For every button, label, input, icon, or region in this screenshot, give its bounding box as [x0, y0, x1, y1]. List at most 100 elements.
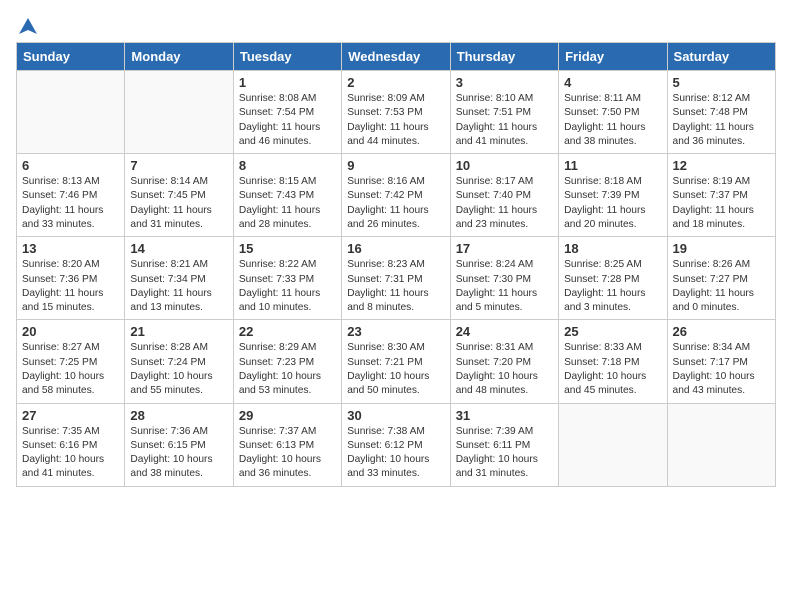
empty-day-cell	[559, 403, 667, 486]
day-number: 9	[347, 158, 444, 173]
calendar-day-8: 8 Sunrise: 8:15 AM Sunset: 7:43 PM Daylig…	[233, 154, 341, 237]
day-info: Sunrise: 8:17 AM Sunset: 7:40 PM Dayligh…	[456, 175, 553, 232]
day-number: 24	[456, 324, 553, 339]
logo-bird-icon	[17, 16, 39, 38]
calendar-week-3: 13 Sunrise: 8:20 AM Sunset: 7:36 PM Dayli…	[17, 237, 776, 320]
day-info: Sunrise: 7:37 AM Sunset: 6:13 PM Dayligh…	[239, 425, 336, 482]
calendar-day-29: 29 Sunrise: 7:37 AM Sunset: 6:13 PM Dayli…	[233, 403, 341, 486]
calendar-day-19: 19 Sunrise: 8:26 AM Sunset: 7:27 PM Dayli…	[667, 237, 775, 320]
day-number: 22	[239, 324, 336, 339]
day-number: 11	[564, 158, 661, 173]
day-info: Sunrise: 8:28 AM Sunset: 7:24 PM Dayligh…	[130, 341, 227, 398]
calendar-day-1: 1Sunrise: 8:08 AM Sunset: 7:54 PM Daylig…	[233, 71, 341, 154]
calendar-day-30: 30 Sunrise: 7:38 AM Sunset: 6:12 PM Dayli…	[342, 403, 450, 486]
day-info: Sunrise: 8:11 AM Sunset: 7:50 PM Dayligh…	[564, 92, 661, 149]
calendar-day-13: 13 Sunrise: 8:20 AM Sunset: 7:36 PM Dayli…	[17, 237, 125, 320]
page-header	[16, 16, 776, 34]
calendar-day-25: 25 Sunrise: 8:33 AM Sunset: 7:18 PM Dayli…	[559, 320, 667, 403]
calendar-day-18: 18Sunrise: 8:25 AM Sunset: 7:28 PM Dayli…	[559, 237, 667, 320]
empty-day-cell	[667, 403, 775, 486]
day-info: Sunrise: 8:33 AM Sunset: 7:18 PM Dayligh…	[564, 341, 661, 398]
calendar-day-11: 11Sunrise: 8:18 AM Sunset: 7:39 PM Dayli…	[559, 154, 667, 237]
day-number: 14	[130, 241, 227, 256]
calendar-day-6: 6 Sunrise: 8:13 AM Sunset: 7:46 PM Daylig…	[17, 154, 125, 237]
day-info: Sunrise: 8:29 AM Sunset: 7:23 PM Dayligh…	[239, 341, 336, 398]
calendar-day-16: 16Sunrise: 8:23 AM Sunset: 7:31 PM Dayli…	[342, 237, 450, 320]
day-info: Sunrise: 7:35 AM Sunset: 6:16 PM Dayligh…	[22, 425, 119, 482]
calendar-day-24: 24 Sunrise: 8:31 AM Sunset: 7:20 PM Dayli…	[450, 320, 558, 403]
day-number: 6	[22, 158, 119, 173]
day-info: Sunrise: 8:30 AM Sunset: 7:21 PM Dayligh…	[347, 341, 444, 398]
day-number: 4	[564, 75, 661, 90]
day-number: 7	[130, 158, 227, 173]
day-info: Sunrise: 8:22 AM Sunset: 7:33 PM Dayligh…	[239, 258, 336, 315]
day-number: 28	[130, 408, 227, 423]
day-number: 15	[239, 241, 336, 256]
day-info: Sunrise: 8:21 AM Sunset: 7:34 PM Dayligh…	[130, 258, 227, 315]
weekday-header-wednesday: Wednesday	[342, 43, 450, 71]
day-number: 19	[673, 241, 770, 256]
day-number: 31	[456, 408, 553, 423]
weekday-header-row: SundayMondayTuesdayWednesdayThursdayFrid…	[17, 43, 776, 71]
calendar-day-4: 4 Sunrise: 8:11 AM Sunset: 7:50 PM Daylig…	[559, 71, 667, 154]
day-number: 13	[22, 241, 119, 256]
day-number: 25	[564, 324, 661, 339]
day-number: 10	[456, 158, 553, 173]
day-info: Sunrise: 8:14 AM Sunset: 7:45 PM Dayligh…	[130, 175, 227, 232]
day-info: Sunrise: 8:26 AM Sunset: 7:27 PM Dayligh…	[673, 258, 770, 315]
day-number: 26	[673, 324, 770, 339]
day-info: Sunrise: 8:10 AM Sunset: 7:51 PM Dayligh…	[456, 92, 553, 149]
weekday-header-thursday: Thursday	[450, 43, 558, 71]
calendar-day-17: 17 Sunrise: 8:24 AM Sunset: 7:30 PM Dayli…	[450, 237, 558, 320]
day-info: Sunrise: 8:31 AM Sunset: 7:20 PM Dayligh…	[456, 341, 553, 398]
day-info: Sunrise: 7:39 AM Sunset: 6:11 PM Dayligh…	[456, 425, 553, 482]
day-number: 17	[456, 241, 553, 256]
weekday-header-friday: Friday	[559, 43, 667, 71]
empty-day-cell	[17, 71, 125, 154]
day-number: 23	[347, 324, 444, 339]
calendar-day-21: 21 Sunrise: 8:28 AM Sunset: 7:24 PM Dayli…	[125, 320, 233, 403]
day-number: 8	[239, 158, 336, 173]
day-info: Sunrise: 7:38 AM Sunset: 6:12 PM Dayligh…	[347, 425, 444, 482]
weekday-header-tuesday: Tuesday	[233, 43, 341, 71]
day-info: Sunrise: 8:25 AM Sunset: 7:28 PM Dayligh…	[564, 258, 661, 315]
day-number: 27	[22, 408, 119, 423]
day-info: Sunrise: 8:34 AM Sunset: 7:17 PM Dayligh…	[673, 341, 770, 398]
calendar-day-5: 5 Sunrise: 8:12 AM Sunset: 7:48 PM Daylig…	[667, 71, 775, 154]
day-info: Sunrise: 8:27 AM Sunset: 7:25 PM Dayligh…	[22, 341, 119, 398]
day-number: 30	[347, 408, 444, 423]
day-info: Sunrise: 8:15 AM Sunset: 7:43 PM Dayligh…	[239, 175, 336, 232]
calendar-day-10: 10 Sunrise: 8:17 AM Sunset: 7:40 PM Dayli…	[450, 154, 558, 237]
calendar-week-5: 27 Sunrise: 7:35 AM Sunset: 6:16 PM Dayli…	[17, 403, 776, 486]
calendar-day-2: 2Sunrise: 8:09 AM Sunset: 7:53 PM Daylig…	[342, 71, 450, 154]
weekday-header-sunday: Sunday	[17, 43, 125, 71]
weekday-header-monday: Monday	[125, 43, 233, 71]
calendar-day-26: 26 Sunrise: 8:34 AM Sunset: 7:17 PM Dayli…	[667, 320, 775, 403]
day-number: 3	[456, 75, 553, 90]
calendar-day-14: 14 Sunrise: 8:21 AM Sunset: 7:34 PM Dayli…	[125, 237, 233, 320]
weekday-header-saturday: Saturday	[667, 43, 775, 71]
calendar-day-3: 3 Sunrise: 8:10 AM Sunset: 7:51 PM Daylig…	[450, 71, 558, 154]
calendar-day-28: 28Sunrise: 7:36 AM Sunset: 6:15 PM Dayli…	[125, 403, 233, 486]
day-info: Sunrise: 8:16 AM Sunset: 7:42 PM Dayligh…	[347, 175, 444, 232]
day-number: 29	[239, 408, 336, 423]
day-info: Sunrise: 8:20 AM Sunset: 7:36 PM Dayligh…	[22, 258, 119, 315]
day-info: Sunrise: 8:09 AM Sunset: 7:53 PM Dayligh…	[347, 92, 444, 149]
day-number: 5	[673, 75, 770, 90]
day-number: 21	[130, 324, 227, 339]
calendar-day-20: 20 Sunrise: 8:27 AM Sunset: 7:25 PM Dayli…	[17, 320, 125, 403]
calendar-day-23: 23 Sunrise: 8:30 AM Sunset: 7:21 PM Dayli…	[342, 320, 450, 403]
calendar-day-27: 27 Sunrise: 7:35 AM Sunset: 6:16 PM Dayli…	[17, 403, 125, 486]
day-info: Sunrise: 8:13 AM Sunset: 7:46 PM Dayligh…	[22, 175, 119, 232]
calendar-day-12: 12Sunrise: 8:19 AM Sunset: 7:37 PM Dayli…	[667, 154, 775, 237]
day-number: 1	[239, 75, 336, 90]
calendar-week-4: 20 Sunrise: 8:27 AM Sunset: 7:25 PM Dayli…	[17, 320, 776, 403]
calendar-table: SundayMondayTuesdayWednesdayThursdayFrid…	[16, 42, 776, 487]
day-info: Sunrise: 8:24 AM Sunset: 7:30 PM Dayligh…	[456, 258, 553, 315]
logo	[16, 16, 40, 34]
day-info: Sunrise: 8:12 AM Sunset: 7:48 PM Dayligh…	[673, 92, 770, 149]
day-number: 20	[22, 324, 119, 339]
calendar-day-9: 9 Sunrise: 8:16 AM Sunset: 7:42 PM Daylig…	[342, 154, 450, 237]
calendar-week-2: 6 Sunrise: 8:13 AM Sunset: 7:46 PM Daylig…	[17, 154, 776, 237]
calendar-day-15: 15 Sunrise: 8:22 AM Sunset: 7:33 PM Dayli…	[233, 237, 341, 320]
